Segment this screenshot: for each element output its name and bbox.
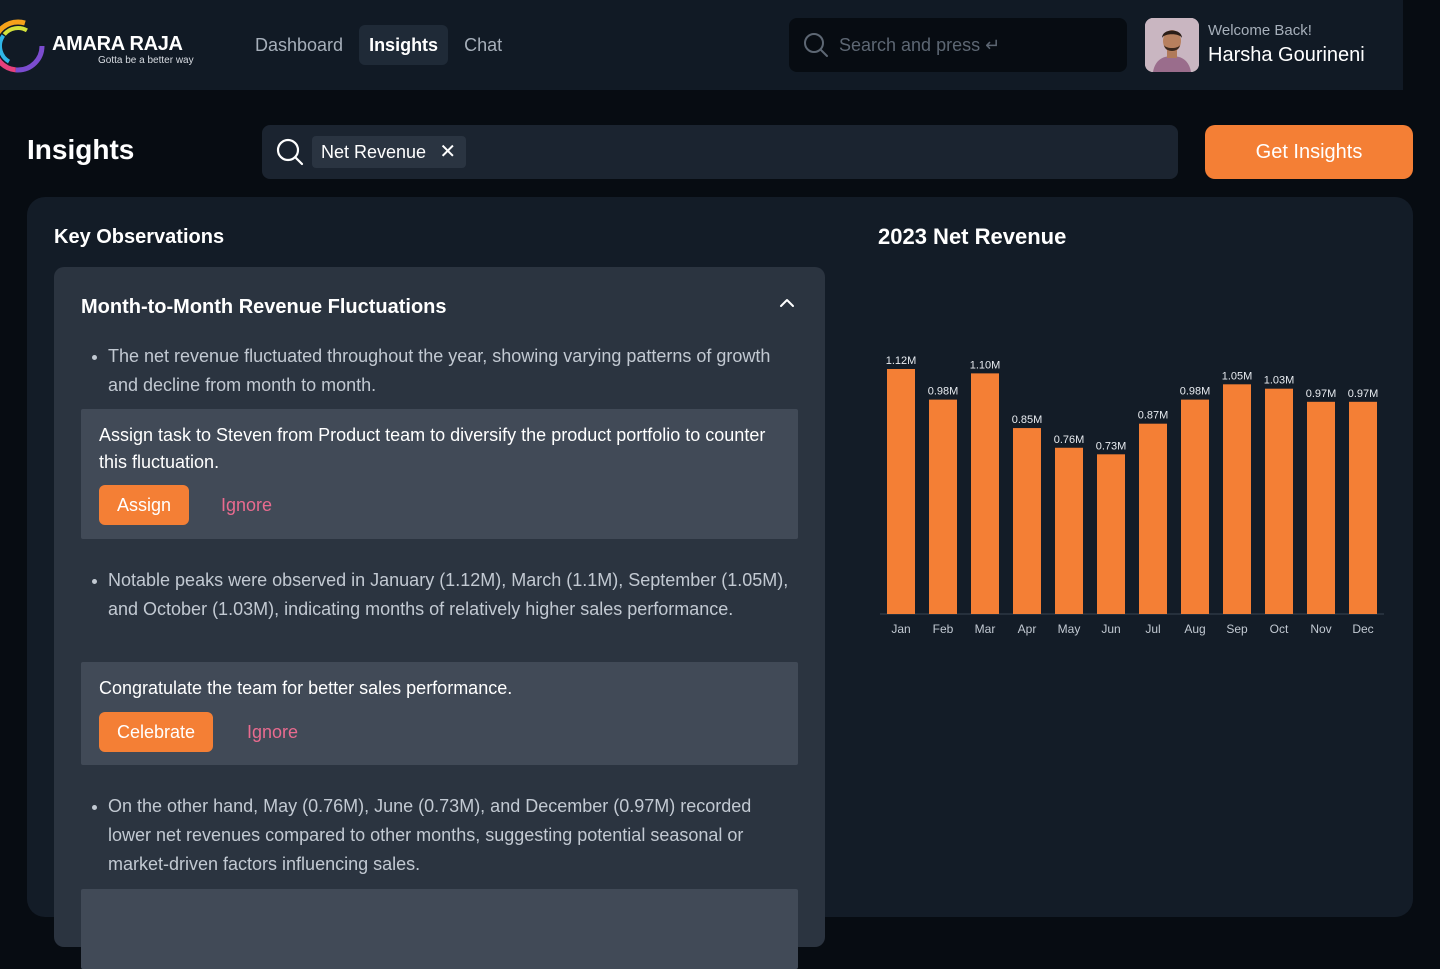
chevron-up-icon[interactable] bbox=[779, 295, 795, 311]
chart-data-label: 0.98M bbox=[928, 386, 959, 398]
chart-bar-mar[interactable] bbox=[971, 373, 999, 614]
avatar[interactable] bbox=[1145, 18, 1199, 72]
user-avatar-icon bbox=[1145, 18, 1199, 72]
chart-x-tick-label: Jan bbox=[891, 622, 910, 636]
celebrate-button[interactable]: Celebrate bbox=[99, 712, 214, 752]
chart-data-label: 0.97M bbox=[1306, 388, 1337, 400]
chart-x-tick-label: Apr bbox=[1018, 622, 1037, 636]
action-box: Assign task to Steven from Product team … bbox=[81, 409, 798, 539]
chart-data-label: 1.10M bbox=[970, 359, 1001, 371]
chart-x-tick-label: Mar bbox=[975, 622, 996, 636]
nav-insights[interactable]: Insights bbox=[359, 25, 449, 65]
observation-bullet: The net revenue fluctuated throughout th… bbox=[92, 342, 798, 400]
observation-bullet: Notable peaks were observed in January (… bbox=[92, 566, 798, 624]
get-insights-button[interactable]: Get Insights bbox=[1205, 125, 1413, 179]
chart-bar-nov[interactable] bbox=[1307, 401, 1335, 614]
chart-x-tick-label: Oct bbox=[1270, 622, 1289, 636]
chart-data-label: 0.73M bbox=[1096, 440, 1127, 452]
chart-x-tick-label: Aug bbox=[1184, 622, 1205, 636]
chart-bar-oct[interactable] bbox=[1265, 388, 1293, 614]
revenue-bar-chart: 1.12M Jan 0.98M Feb 1.10M Mar 0.85M Apr 0.76M May… bbox=[880, 355, 1384, 636]
chart-bar-jan[interactable] bbox=[887, 369, 915, 614]
filter-chip-label: Net Revenue bbox=[321, 142, 427, 162]
chart-x-tick-label: Feb bbox=[933, 622, 954, 636]
brand-tagline: Gotta be a better way bbox=[98, 55, 194, 66]
chart-data-label: 0.85M bbox=[1012, 414, 1043, 426]
chart-x-tick-label: May bbox=[1058, 622, 1081, 636]
chart-bar-jul[interactable] bbox=[1139, 423, 1167, 614]
key-observations-title: Key Observations bbox=[54, 226, 225, 248]
ignore-button[interactable]: Ignore bbox=[221, 485, 272, 525]
global-search bbox=[789, 18, 1127, 72]
page-title: Insights bbox=[27, 134, 135, 165]
main-nav: Dashboard Insights Chat bbox=[245, 25, 512, 65]
chart-bar-may[interactable] bbox=[1055, 447, 1083, 614]
chart-bar-dec[interactable] bbox=[1349, 401, 1377, 614]
welcome-text: Welcome Back! bbox=[1208, 22, 1312, 39]
user-name: Harsha Gourineni bbox=[1208, 44, 1365, 66]
top-bar: AMARA RAJA Gotta be a better way Dashboa… bbox=[0, 0, 1403, 90]
ignore-button[interactable]: Ignore bbox=[247, 712, 298, 752]
filter-chip: Net Revenue ✕ bbox=[312, 136, 467, 168]
action-box bbox=[81, 889, 798, 969]
chart-x-tick-label: Nov bbox=[1310, 622, 1331, 636]
action-box: Congratulate the team for better sales p… bbox=[81, 662, 798, 765]
chart-data-label: 1.03M bbox=[1264, 375, 1295, 387]
search-input[interactable] bbox=[839, 18, 1109, 72]
brand-name: AMARA RAJA bbox=[52, 33, 183, 55]
chart-data-label: 0.76M bbox=[1054, 434, 1085, 446]
assign-button[interactable]: Assign bbox=[99, 485, 190, 525]
chart-data-label: 0.98M bbox=[1180, 386, 1211, 398]
chart-data-label: 0.97M bbox=[1348, 388, 1379, 400]
chart-bar-sep[interactable] bbox=[1223, 384, 1251, 614]
nav-dashboard[interactable]: Dashboard bbox=[245, 25, 353, 65]
close-icon[interactable]: ✕ bbox=[439, 136, 456, 168]
nav-chat[interactable]: Chat bbox=[454, 25, 512, 65]
chart-data-label: 0.87M bbox=[1138, 410, 1169, 422]
chart-data-label: 1.05M bbox=[1222, 370, 1253, 382]
search-icon bbox=[804, 33, 828, 57]
chart-data-label: 1.12M bbox=[886, 355, 917, 367]
chart-bar-jun[interactable] bbox=[1097, 454, 1125, 614]
brand-logo[interactable]: AMARA RAJA Gotta be a better way bbox=[0, 18, 200, 74]
chart-bar-apr[interactable] bbox=[1013, 428, 1041, 614]
chart-x-tick-label: Sep bbox=[1226, 622, 1248, 636]
observation-bullet: On the other hand, May (0.76M), June (0.… bbox=[92, 792, 798, 879]
search-icon bbox=[276, 138, 304, 166]
insight-filter-bar[interactable]: Net Revenue ✕ bbox=[262, 125, 1178, 179]
chart-x-tick-label: Jul bbox=[1145, 622, 1160, 636]
observation-card-title: Month-to-Month Revenue Fluctuations bbox=[81, 296, 447, 318]
action-text: Assign task to Steven from Product team … bbox=[99, 425, 766, 472]
action-text: Congratulate the team for better sales p… bbox=[99, 678, 513, 698]
insights-panel: Key Observations Month-to-Month Revenue … bbox=[27, 197, 1413, 969]
observation-card: Month-to-Month Revenue Fluctuations The … bbox=[54, 267, 825, 969]
chart-x-tick-label: Dec bbox=[1352, 622, 1373, 636]
chart-title: 2023 Net Revenue bbox=[878, 224, 1067, 249]
chart-bar-feb[interactable] bbox=[929, 399, 957, 614]
brand-logo-icon bbox=[0, 19, 45, 73]
chart-bar-aug[interactable] bbox=[1181, 399, 1209, 614]
chart-x-tick-label: Jun bbox=[1101, 622, 1120, 636]
